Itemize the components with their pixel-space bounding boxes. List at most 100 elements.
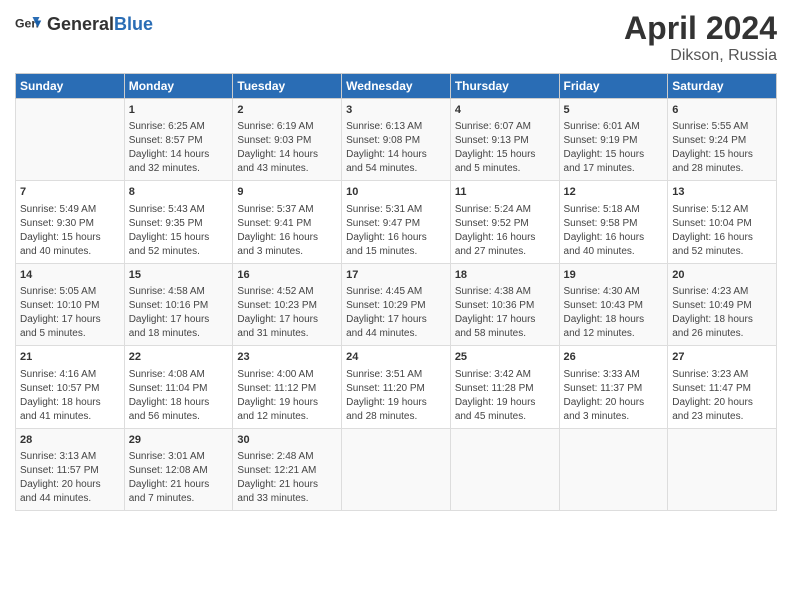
col-sunday: Sunday [16, 74, 125, 99]
day-info-line: Daylight: 15 hours [455, 148, 555, 162]
day-info-line: Sunrise: 6:01 AM [564, 120, 664, 134]
day-number: 6 [672, 103, 772, 118]
day-info-line: and 5 minutes. [455, 162, 555, 176]
day-info-line: Sunset: 9:24 PM [672, 134, 772, 148]
day-info-line: Sunset: 10:16 PM [129, 299, 229, 313]
day-info-line: Daylight: 17 hours [455, 313, 555, 327]
day-info-line: and 44 minutes. [20, 492, 120, 506]
day-info-line: Sunrise: 4:00 AM [237, 368, 337, 382]
day-number: 3 [346, 103, 446, 118]
day-info-line: and 12 minutes. [237, 410, 337, 424]
cell-w0-d2: 2Sunrise: 6:19 AMSunset: 9:03 PMDaylight… [233, 99, 342, 181]
day-info-line: Sunrise: 2:48 AM [237, 450, 337, 464]
day-info-line: and 45 minutes. [455, 410, 555, 424]
day-info-line: Sunset: 9:52 PM [455, 217, 555, 231]
week-row-2: 14Sunrise: 5:05 AMSunset: 10:10 PMDaylig… [16, 263, 777, 345]
logo-general: General [47, 14, 114, 34]
day-info-line: Sunrise: 5:55 AM [672, 120, 772, 134]
cell-w0-d3: 3Sunrise: 6:13 AMSunset: 9:08 PMDaylight… [342, 99, 451, 181]
day-info-line: Sunrise: 3:01 AM [129, 450, 229, 464]
cell-w2-d6: 20Sunrise: 4:23 AMSunset: 10:49 PMDaylig… [668, 263, 777, 345]
day-info-line: Daylight: 14 hours [237, 148, 337, 162]
day-info-line: and 31 minutes. [237, 327, 337, 341]
cell-w4-d0: 28Sunrise: 3:13 AMSunset: 11:57 PMDaylig… [16, 428, 125, 510]
day-info-line: and 40 minutes. [564, 245, 664, 259]
week-row-1: 7Sunrise: 5:49 AMSunset: 9:30 PMDaylight… [16, 181, 777, 263]
day-info-line: Sunrise: 3:23 AM [672, 368, 772, 382]
day-info-line: Sunset: 11:37 PM [564, 382, 664, 396]
cell-w2-d4: 18Sunrise: 4:38 AMSunset: 10:36 PMDaylig… [450, 263, 559, 345]
day-number: 1 [129, 103, 229, 118]
day-info-line: Sunrise: 5:49 AM [20, 203, 120, 217]
day-info-line: Sunrise: 3:13 AM [20, 450, 120, 464]
cell-w2-d2: 16Sunrise: 4:52 AMSunset: 10:23 PMDaylig… [233, 263, 342, 345]
header-row: Sunday Monday Tuesday Wednesday Thursday… [16, 74, 777, 99]
day-info-line: Daylight: 16 hours [564, 231, 664, 245]
day-info-line: Daylight: 16 hours [237, 231, 337, 245]
day-info-line: Sunset: 11:04 PM [129, 382, 229, 396]
day-info-line: Sunrise: 5:12 AM [672, 203, 772, 217]
col-wednesday: Wednesday [342, 74, 451, 99]
header: Gen GeneralBlue April 2024 Dikson, Russi… [15, 10, 777, 65]
day-info-line: Sunrise: 4:38 AM [455, 285, 555, 299]
day-info-line: and 43 minutes. [237, 162, 337, 176]
day-info-line: Sunset: 9:35 PM [129, 217, 229, 231]
day-info-line: and 32 minutes. [129, 162, 229, 176]
day-info-line: Daylight: 19 hours [455, 396, 555, 410]
calendar-table: Sunday Monday Tuesday Wednesday Thursday… [15, 73, 777, 511]
day-info-line: Sunset: 9:08 PM [346, 134, 446, 148]
day-info-line: Daylight: 20 hours [20, 478, 120, 492]
cell-w4-d5 [559, 428, 668, 510]
week-row-3: 21Sunrise: 4:16 AMSunset: 10:57 PMDaylig… [16, 346, 777, 428]
day-info-line: and 52 minutes. [129, 245, 229, 259]
day-info-line: and 15 minutes. [346, 245, 446, 259]
day-info-line: Sunrise: 6:19 AM [237, 120, 337, 134]
day-info-line: Sunrise: 3:42 AM [455, 368, 555, 382]
cell-w2-d1: 15Sunrise: 4:58 AMSunset: 10:16 PMDaylig… [124, 263, 233, 345]
day-info-line: Sunset: 11:47 PM [672, 382, 772, 396]
day-number: 9 [237, 185, 337, 200]
day-info-line: Sunrise: 4:08 AM [129, 368, 229, 382]
cell-w4-d3 [342, 428, 451, 510]
day-info-line: Sunrise: 3:33 AM [564, 368, 664, 382]
day-info-line: Sunrise: 5:31 AM [346, 203, 446, 217]
day-info-line: Sunset: 9:03 PM [237, 134, 337, 148]
day-info-line: and 3 minutes. [237, 245, 337, 259]
cell-w0-d0 [16, 99, 125, 181]
day-number: 26 [564, 350, 664, 365]
day-info-line: Sunrise: 4:58 AM [129, 285, 229, 299]
day-info-line: Sunrise: 6:13 AM [346, 120, 446, 134]
cell-w2-d5: 19Sunrise: 4:30 AMSunset: 10:43 PMDaylig… [559, 263, 668, 345]
day-info-line: Daylight: 18 hours [564, 313, 664, 327]
day-info-line: Sunrise: 6:07 AM [455, 120, 555, 134]
cell-w3-d2: 23Sunrise: 4:00 AMSunset: 11:12 PMDaylig… [233, 346, 342, 428]
day-info-line: Daylight: 18 hours [129, 396, 229, 410]
day-info-line: and 3 minutes. [564, 410, 664, 424]
day-number: 19 [564, 268, 664, 283]
cell-w0-d5: 5Sunrise: 6:01 AMSunset: 9:19 PMDaylight… [559, 99, 668, 181]
day-info-line: Daylight: 14 hours [129, 148, 229, 162]
day-number: 24 [346, 350, 446, 365]
cell-w1-d2: 9Sunrise: 5:37 AMSunset: 9:41 PMDaylight… [233, 181, 342, 263]
cell-w1-d4: 11Sunrise: 5:24 AMSunset: 9:52 PMDayligh… [450, 181, 559, 263]
day-number: 30 [237, 433, 337, 448]
cell-w3-d4: 25Sunrise: 3:42 AMSunset: 11:28 PMDaylig… [450, 346, 559, 428]
logo: Gen GeneralBlue [15, 10, 153, 38]
day-number: 18 [455, 268, 555, 283]
subtitle: Dikson, Russia [624, 47, 777, 65]
day-info-line: and 28 minutes. [672, 162, 772, 176]
day-info-line: Daylight: 17 hours [237, 313, 337, 327]
col-monday: Monday [124, 74, 233, 99]
day-info-line: and 54 minutes. [346, 162, 446, 176]
day-info-line: and 56 minutes. [129, 410, 229, 424]
day-info-line: Sunset: 10:23 PM [237, 299, 337, 313]
cell-w3-d1: 22Sunrise: 4:08 AMSunset: 11:04 PMDaylig… [124, 346, 233, 428]
day-info-line: Sunrise: 4:16 AM [20, 368, 120, 382]
day-number: 12 [564, 185, 664, 200]
day-number: 15 [129, 268, 229, 283]
day-info-line: Sunrise: 5:43 AM [129, 203, 229, 217]
day-info-line: Sunset: 9:30 PM [20, 217, 120, 231]
day-info-line: Sunset: 10:10 PM [20, 299, 120, 313]
logo-blue: Blue [114, 14, 153, 34]
day-info-line: Sunset: 9:19 PM [564, 134, 664, 148]
